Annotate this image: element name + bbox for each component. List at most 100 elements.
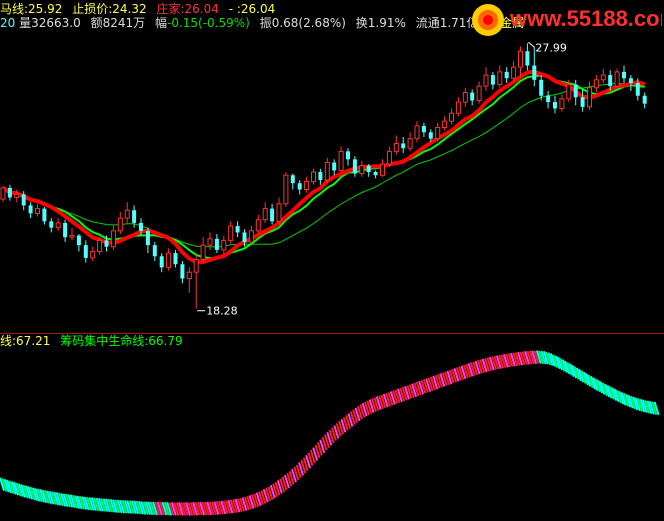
candle-body	[207, 238, 213, 246]
candle-body	[600, 74, 606, 81]
candle-body	[393, 142, 399, 152]
candle-body	[55, 222, 61, 229]
candle-body	[139, 222, 143, 231]
candle-body	[359, 165, 365, 175]
candle-body	[304, 181, 310, 191]
candle-body	[483, 74, 489, 87]
candle-body	[559, 98, 565, 109]
candle-body	[248, 230, 254, 243]
candle-body	[69, 235, 75, 238]
candle-body	[401, 143, 406, 149]
candle-body	[518, 50, 523, 68]
candle-body	[608, 75, 613, 87]
candle-body	[532, 65, 537, 80]
candle-body	[166, 252, 172, 268]
candle-body	[124, 209, 130, 219]
candle-body	[262, 208, 268, 221]
candle-body	[104, 240, 109, 247]
candle-body	[297, 183, 302, 190]
candle-body	[407, 138, 413, 149]
candle-body	[553, 102, 557, 109]
candle-body	[14, 193, 20, 198]
candle-body	[83, 245, 88, 258]
kline-chart: 27.99 18.28	[0, 41, 664, 516]
candle-body	[449, 112, 454, 122]
candle-body	[546, 95, 551, 103]
candle-body	[214, 238, 219, 250]
candle-body	[90, 251, 96, 259]
candle-body	[311, 171, 316, 183]
candle-body	[470, 92, 475, 101]
candle-body	[228, 225, 234, 241]
candle-body	[525, 51, 530, 66]
candle-body	[180, 264, 185, 279]
candle-body	[628, 78, 633, 84]
candle-body	[255, 219, 261, 232]
candle-body	[49, 221, 54, 228]
candle-body	[352, 159, 357, 174]
candle-body	[511, 66, 517, 79]
price-max-arrow	[528, 41, 535, 48]
candle-body	[0, 187, 6, 200]
candle-body	[428, 132, 433, 139]
candle-body	[504, 71, 509, 79]
candle-body	[152, 245, 157, 257]
candle-body	[346, 151, 350, 160]
candle-body	[221, 239, 227, 251]
candle-body	[455, 101, 461, 114]
chip-indicator	[0, 350, 660, 516]
price-min-label: 18.28	[206, 305, 238, 318]
candle-body	[276, 203, 282, 222]
candle-body	[462, 92, 468, 103]
candle-body	[290, 175, 295, 184]
candle-body	[318, 172, 323, 180]
candle-body	[110, 230, 116, 248]
candle-body	[28, 205, 33, 214]
candle-body	[186, 271, 192, 280]
candle-body	[242, 232, 247, 242]
candle-body	[539, 79, 544, 96]
candle-body	[270, 208, 275, 222]
candles	[0, 43, 647, 309]
candle-body	[373, 172, 378, 176]
candle-body	[380, 163, 385, 176]
candle-body	[593, 79, 599, 89]
candle-body	[435, 127, 441, 140]
candle-body	[7, 187, 12, 198]
candle-body	[497, 71, 503, 86]
candle-body	[414, 125, 420, 140]
candle-body	[490, 75, 495, 85]
candle-body	[642, 95, 647, 104]
candle-body	[42, 208, 47, 222]
candle-body	[235, 226, 240, 233]
candle-body	[332, 162, 337, 171]
candle-body	[63, 222, 68, 238]
candle-body	[193, 258, 199, 273]
candle-body	[614, 71, 620, 87]
candle-body	[324, 161, 330, 181]
candle-body	[159, 256, 164, 268]
candle-body	[200, 244, 206, 260]
candle-body	[566, 84, 572, 100]
candle-body	[35, 208, 40, 214]
candle-body	[173, 253, 178, 265]
candle-body	[76, 235, 81, 246]
candle-body	[117, 217, 123, 232]
candle-body	[421, 125, 426, 133]
candle-body	[573, 84, 578, 98]
price-max-label: 27.99	[535, 41, 567, 54]
candle-body	[622, 71, 626, 79]
candle-body	[386, 150, 392, 165]
candle-body	[21, 194, 26, 206]
candle-body	[366, 165, 371, 173]
candle-body	[338, 150, 344, 171]
candle-body	[97, 239, 103, 253]
candle-body	[145, 230, 150, 246]
candle-body	[476, 85, 482, 101]
candle-body	[580, 97, 585, 107]
candle-body	[442, 120, 448, 129]
candle-body	[132, 210, 137, 223]
candle-body	[635, 83, 640, 96]
candle-body	[587, 87, 592, 108]
candle-body	[283, 174, 289, 205]
